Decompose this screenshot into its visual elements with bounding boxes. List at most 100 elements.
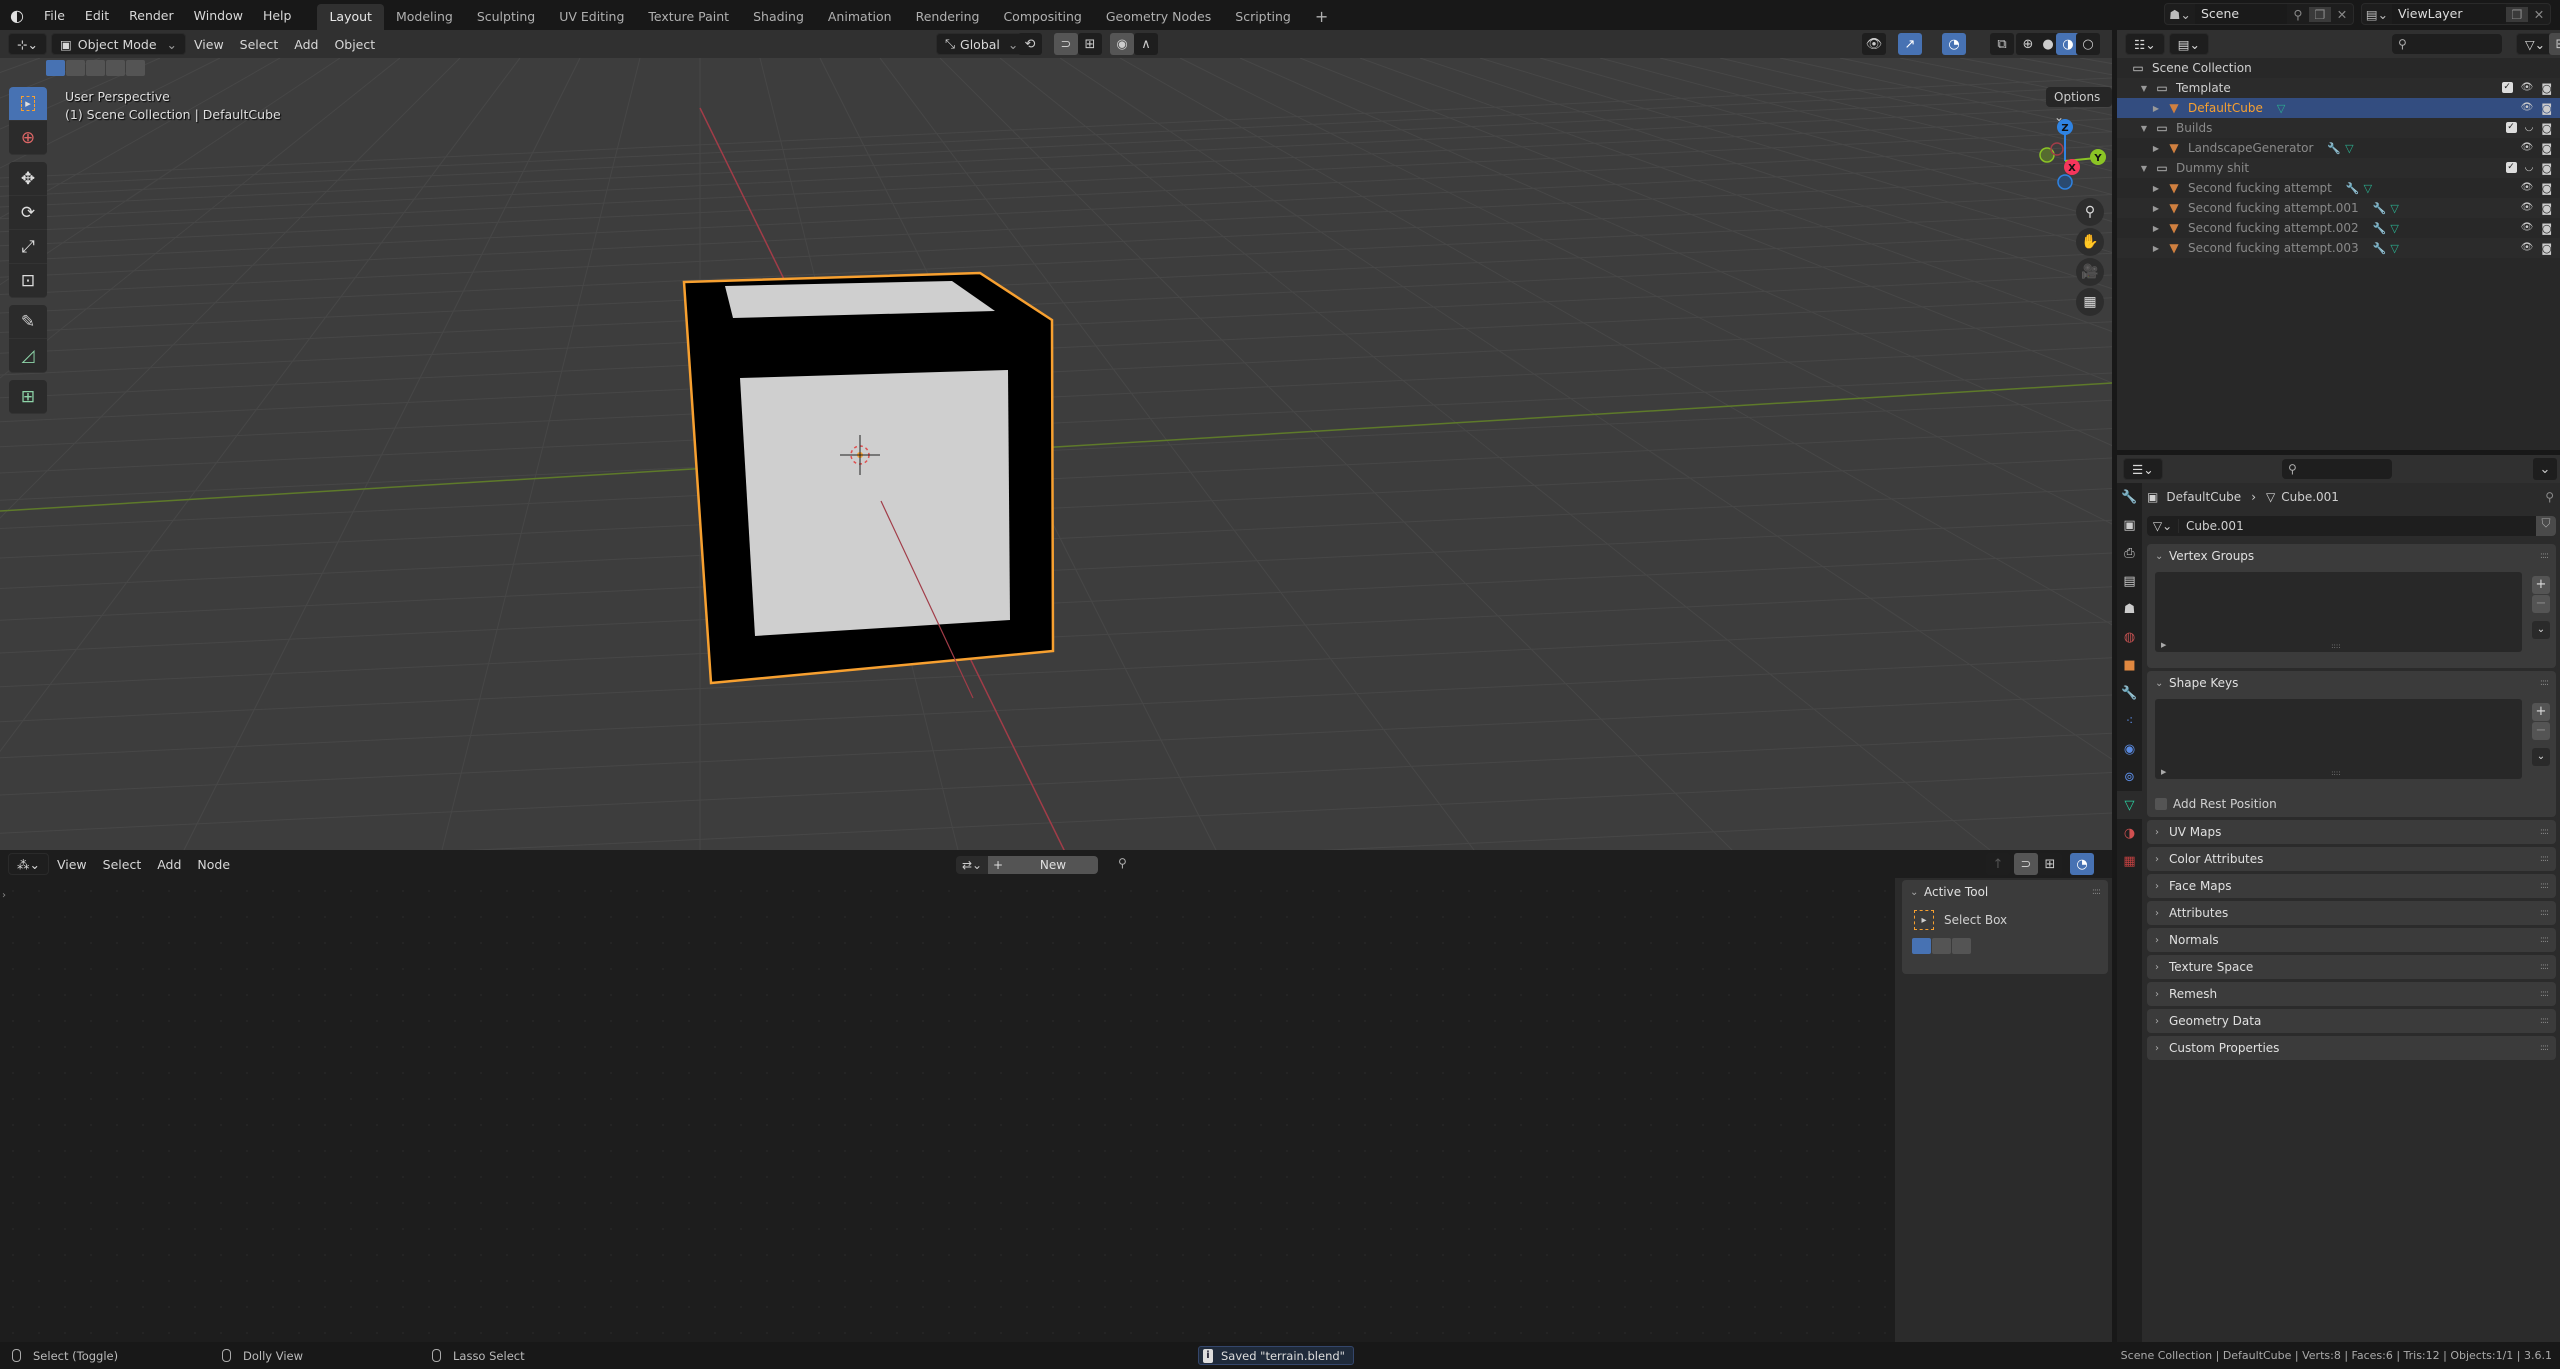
tab-geometry-nodes[interactable]: Geometry Nodes — [1094, 4, 1223, 30]
menu-add[interactable]: Add — [286, 33, 326, 55]
active-tool-header[interactable]: ⌄ Active Tool:::: — [1902, 880, 2108, 904]
texture-tab-icon[interactable]: ▦ — [2117, 847, 2142, 875]
visibility-eye-icon[interactable]: ◡ — [2525, 162, 2534, 175]
remove-vertex-group-button[interactable]: − — [2532, 595, 2550, 613]
menu-edit[interactable]: Edit — [75, 8, 119, 23]
xray-icon[interactable]: ⧉ — [1990, 33, 2014, 55]
exclude-checkbox[interactable]: ✓ — [2505, 121, 2517, 133]
panel-header[interactable]: › Normals:::: — [2147, 928, 2556, 952]
render-camera-icon[interactable]: ◙ — [2541, 222, 2552, 235]
drag-grip-icon[interactable]: :::: — [2092, 887, 2101, 897]
exclude-checkbox[interactable]: ✓ — [2501, 81, 2513, 93]
mesh-data-icon[interactable]: ▽ — [2277, 102, 2285, 115]
outliner-collection-row[interactable]: ▼ ▭ Template ✓ 👁 ◙ — [2117, 78, 2560, 98]
outliner-item-name[interactable]: Second fucking attempt.002 — [2188, 221, 2359, 235]
outliner-object-row[interactable]: ▶ ▼ Second fucking attempt.001 🔧 ▽ 👁 ◙ — [2117, 198, 2560, 218]
delete-scene-icon[interactable]: ✕ — [2331, 7, 2353, 22]
add-rest-position-checkbox[interactable] — [2155, 798, 2167, 810]
visibility-eye-icon[interactable]: 👁 — [2521, 102, 2534, 115]
delete-view-layer-icon[interactable]: ✕ — [2528, 7, 2550, 22]
output-tab-icon[interactable]: ⎙ — [2117, 539, 2142, 567]
render-tab-icon[interactable]: ▣ — [2117, 511, 2142, 539]
visibility-eye-icon[interactable]: 👁 — [2521, 222, 2534, 235]
drag-grip-icon[interactable]: :::: — [2540, 854, 2549, 864]
shape-keys-list[interactable]: ▶:::: — [2155, 699, 2522, 779]
panel-header[interactable]: › Remesh:::: — [2147, 982, 2556, 1006]
outliner-collection-row[interactable]: ▼ ▭ Dummy shit ✓ ◡ ◙ — [2117, 158, 2560, 178]
display-mode-icon[interactable]: ☷⌄ — [2125, 33, 2165, 55]
modifier-icon[interactable]: 🔧 — [2327, 142, 2341, 155]
cursor-tool-icon[interactable]: ⊕ — [9, 121, 47, 155]
outliner-object-row[interactable]: ▶ ▼ Second fucking attempt.003 🔧 ▽ 👁 ◙ — [2117, 238, 2560, 258]
new-collection-icon[interactable]: ⊞ — [2549, 33, 2560, 55]
select-subtract-icon[interactable] — [1952, 938, 1971, 954]
render-camera-icon[interactable]: ◙ — [2541, 122, 2552, 135]
node-menu-select[interactable]: Select — [95, 853, 150, 875]
drag-grip-icon[interactable]: :::: — [2540, 881, 2549, 891]
editor-type-button[interactable]: ⁂⌄ — [8, 853, 49, 875]
saved-notification[interactable]: i Saved "terrain.blend" — [1198, 1346, 1354, 1365]
proportional-edit-icon[interactable]: ◉ — [1110, 33, 1134, 55]
select-box-tool-icon[interactable]: ▸ — [9, 87, 47, 121]
material-browse-icon[interactable]: ⇄⌄ — [956, 856, 988, 874]
outliner-object-row[interactable]: ▶ ▼ DefaultCube ▽ 👁 ◙ — [2117, 98, 2560, 118]
tab-modeling[interactable]: Modeling — [384, 4, 465, 30]
particles-tab-icon[interactable]: ⁖ — [2117, 707, 2142, 735]
measure-tool-icon[interactable]: ◿ — [9, 339, 47, 373]
material-tab-icon[interactable]: ◑ — [2117, 819, 2142, 847]
tab-shading[interactable]: Shading — [741, 4, 816, 30]
node-snap-target-icon[interactable]: ⊞ — [2038, 853, 2062, 875]
render-camera-icon[interactable]: ◙ — [2541, 102, 2552, 115]
render-camera-icon[interactable]: ◙ — [2541, 82, 2552, 95]
outliner-scene-collection[interactable]: ▭ Scene Collection — [2117, 58, 2560, 78]
tab-scripting[interactable]: Scripting — [1223, 4, 1303, 30]
collapse-triangle-icon[interactable]: ▼ — [2137, 84, 2151, 93]
mesh-data-icon[interactable]: ▽ — [2364, 182, 2372, 195]
menu-select[interactable]: Select — [232, 33, 287, 55]
visibility-eye-icon[interactable]: 👁 — [2521, 202, 2534, 215]
snap-target-icon[interactable]: ⊞ — [1078, 33, 1102, 55]
drag-grip-icon[interactable]: :::: — [2540, 908, 2549, 918]
pin-icon[interactable]: ⚲ — [2545, 490, 2554, 504]
panel-header[interactable]: › Color Attributes:::: — [2147, 847, 2556, 871]
vertex-groups-list[interactable]: ▶:::: — [2155, 572, 2522, 652]
3d-viewport[interactable]: ⊹⌄ ▣ Object Mode ⌄ View Select Add Object … — [0, 30, 2112, 850]
drag-grip-icon[interactable]: :::: — [2540, 935, 2549, 945]
tab-compositing[interactable]: Compositing — [991, 4, 1093, 30]
visibility-eye-icon[interactable]: ◡ — [2525, 122, 2534, 135]
render-camera-icon[interactable]: ◙ — [2541, 182, 2552, 195]
menu-window[interactable]: Window — [184, 8, 253, 23]
mesh-data-icon[interactable]: ▽ — [2390, 202, 2398, 215]
select-box-icon[interactable]: ▸ — [1914, 910, 1934, 930]
view-layer-filter-icon[interactable]: ▤⌄ — [2168, 33, 2209, 55]
falloff-icon[interactable]: ∧ — [1134, 33, 1158, 55]
node-overlay-icon[interactable]: ◔ — [2070, 853, 2094, 875]
menu-help[interactable]: Help — [253, 8, 302, 23]
modifier-icon[interactable]: 🔧 — [2346, 182, 2360, 195]
mesh-data-tab-icon[interactable]: ▽ — [2117, 791, 2142, 819]
panel-header[interactable]: › Custom Properties:::: — [2147, 1036, 2556, 1060]
world-tab-icon[interactable]: ◍ — [2117, 623, 2142, 651]
transform-tool-icon[interactable]: ⊡ — [9, 264, 47, 298]
tool-tab-icon[interactable]: 🔧 — [2117, 483, 2142, 511]
tab-texture-paint[interactable]: Texture Paint — [636, 4, 741, 30]
drag-grip-icon[interactable]: :::: — [2540, 1043, 2549, 1053]
mesh-data-icon[interactable]: ▽ — [2390, 242, 2398, 255]
collapse-triangle-icon[interactable]: ▼ — [2137, 164, 2151, 173]
add-vertex-group-button[interactable]: + — [2532, 576, 2550, 594]
drag-grip-icon[interactable]: :::: — [2540, 962, 2549, 972]
tab-rendering[interactable]: Rendering — [904, 4, 992, 30]
drag-grip-icon[interactable]: :::: — [2540, 551, 2549, 561]
pin-icon[interactable]: ⚲ — [1118, 856, 1127, 870]
resize-grip-icon[interactable]: :::: — [2331, 642, 2340, 650]
zoom-view-icon[interactable]: ⚲ — [2076, 198, 2104, 226]
new-material-button[interactable]: + New — [988, 856, 1098, 874]
neg-y-handle[interactable] — [2039, 147, 2055, 163]
overlay-toggle-icon[interactable]: ◔ — [1942, 33, 1966, 55]
fake-user-shield-icon[interactable]: ⛉ — [2536, 516, 2556, 536]
panel-header[interactable]: › Texture Space:::: — [2147, 955, 2556, 979]
outliner-item-name[interactable]: Builds — [2176, 121, 2212, 135]
options-dropdown[interactable]: Options ⌄ — [2046, 87, 2112, 124]
add-cube-tool-icon[interactable]: ⊞ — [9, 380, 47, 414]
select-subtract-icon[interactable] — [86, 60, 105, 76]
